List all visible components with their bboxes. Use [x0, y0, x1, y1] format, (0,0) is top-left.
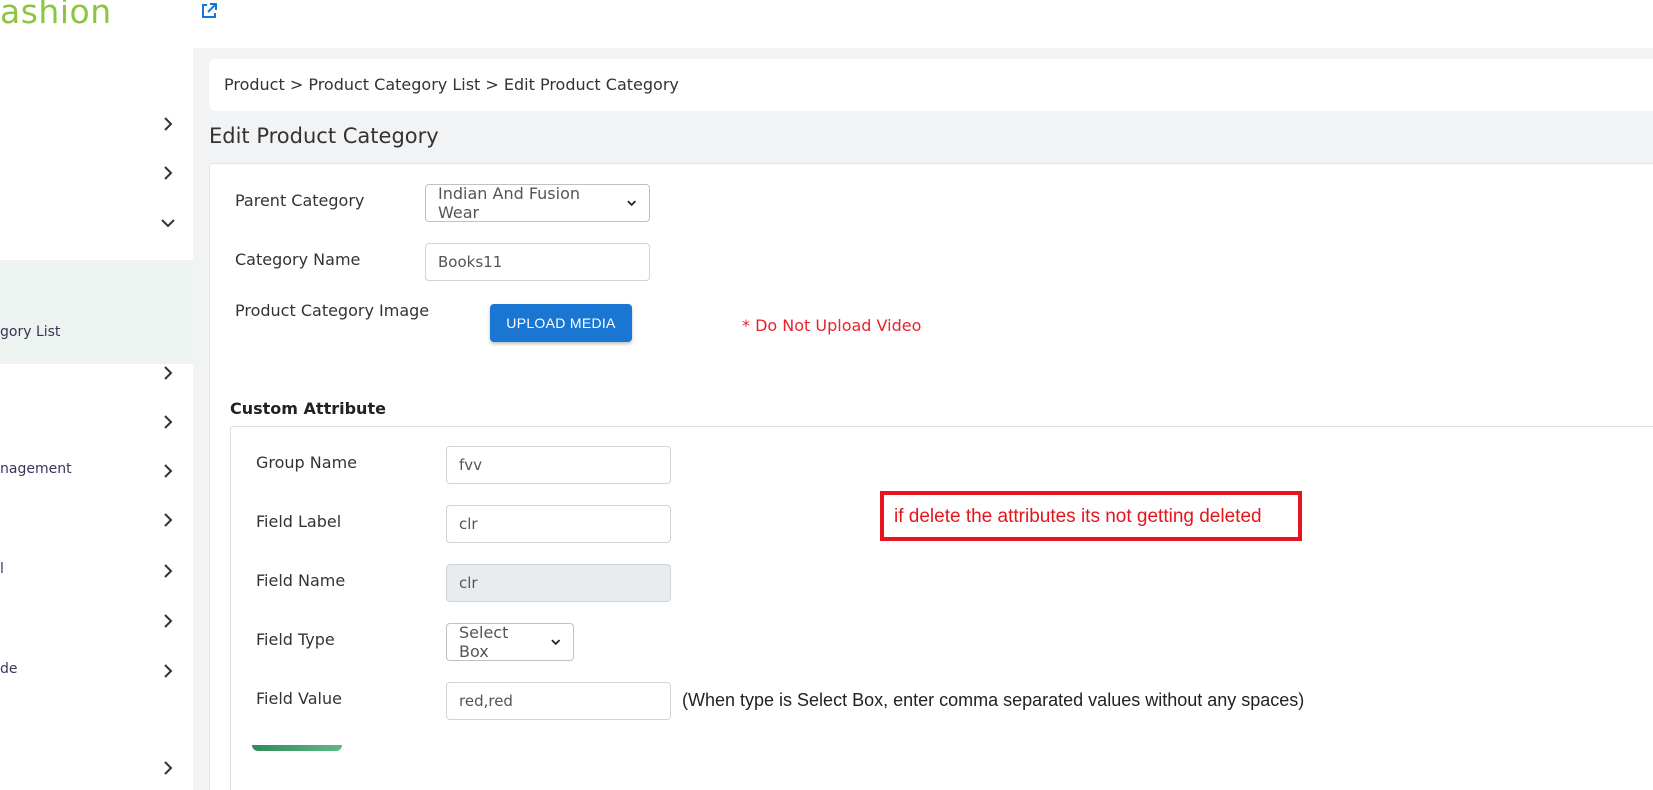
parent-category-label: Parent Category: [235, 191, 365, 210]
annotation-box: if delete the attributes its not getting…: [880, 491, 1302, 541]
chevron-right-icon: [164, 366, 173, 380]
brand-logo[interactable]: ashion: [0, 0, 112, 31]
green-accent-bar: [252, 745, 342, 751]
breadcrumb-container: Product > Product Category List > Edit P…: [209, 59, 1653, 111]
field-value-hint: (When type is Select Box, enter comma se…: [682, 690, 1305, 710]
field-value-input[interactable]: [446, 682, 671, 720]
chevron-right-icon: [164, 564, 173, 578]
parent-category-select[interactable]: Indian And Fusion Wear: [425, 184, 650, 222]
chevron-right-icon: [164, 117, 173, 131]
sidebar-item-7[interactable]: [0, 500, 193, 540]
sidebar-item-10[interactable]: de: [0, 651, 193, 691]
field-name-label: Field Name: [256, 571, 346, 590]
chevron-right-icon: [164, 614, 173, 628]
sidebar-item-4[interactable]: [0, 353, 193, 393]
chevron-right-icon: [164, 464, 173, 478]
external-link-icon[interactable]: [200, 2, 218, 20]
chevron-right-icon: [164, 166, 173, 180]
field-label-input[interactable]: [446, 505, 671, 543]
sidebar-item-1[interactable]: [0, 104, 193, 144]
annotation-text: if delete the attributes its not getting…: [894, 506, 1262, 527]
chevron-right-icon: [164, 415, 173, 429]
sidebar-item-label: l: [0, 561, 4, 577]
page-title: Edit Product Category: [209, 124, 439, 148]
sidebar-item-label: gory List: [0, 324, 61, 340]
chevron-right-icon: [164, 761, 173, 775]
upload-media-button[interactable]: UPLOAD MEDIA: [490, 304, 632, 342]
field-type-value: Select Box: [459, 623, 509, 661]
sidebar-item-5[interactable]: [0, 402, 193, 442]
field-type-select[interactable]: Select Box: [446, 623, 574, 661]
chevron-down-icon: [626, 200, 636, 207]
edit-category-form: Parent Category Indian And Fusion Wear C…: [209, 163, 1653, 790]
field-value-label: Field Value: [256, 689, 342, 708]
custom-attribute-box: Group Name Field Label Field Name Field …: [230, 426, 1653, 790]
field-name-input: [446, 564, 671, 602]
category-name-label: Category Name: [235, 250, 361, 269]
sidebar-item-label: nagement: [0, 461, 72, 477]
sidebar-item-label: de: [0, 661, 18, 677]
sidebar-item-product[interactable]: [0, 203, 193, 243]
field-label-label: Field Label: [256, 512, 342, 531]
upload-warning: * Do Not Upload Video: [742, 316, 922, 335]
sidebar-item-2[interactable]: [0, 153, 193, 193]
sidebar-item-11[interactable]: [0, 748, 193, 788]
breadcrumb[interactable]: Product > Product Category List > Edit P…: [224, 75, 679, 94]
chevron-down-icon: [161, 219, 175, 228]
custom-attribute-title: Custom Attribute: [230, 399, 386, 418]
group-name-input[interactable]: [446, 446, 671, 484]
sidebar-item-8[interactable]: l: [0, 551, 193, 591]
sidebar-item-9[interactable]: [0, 601, 193, 641]
chevron-down-icon: [550, 639, 560, 646]
parent-category-value: Indian And Fusion Wear: [438, 184, 580, 222]
category-name-input[interactable]: [425, 243, 650, 281]
field-type-label: Field Type: [256, 630, 335, 649]
top-header: ashion: [0, 0, 1653, 48]
category-image-label: Product Category Image: [235, 301, 430, 320]
group-name-label: Group Name: [256, 453, 357, 472]
chevron-right-icon: [164, 664, 173, 678]
sidebar: gory List nagement l de: [0, 48, 193, 790]
sidebar-item-management[interactable]: nagement: [0, 451, 193, 491]
sidebar-item-category-list[interactable]: gory List: [0, 260, 193, 364]
chevron-right-icon: [164, 513, 173, 527]
main-content: Product > Product Category List > Edit P…: [193, 48, 1653, 790]
